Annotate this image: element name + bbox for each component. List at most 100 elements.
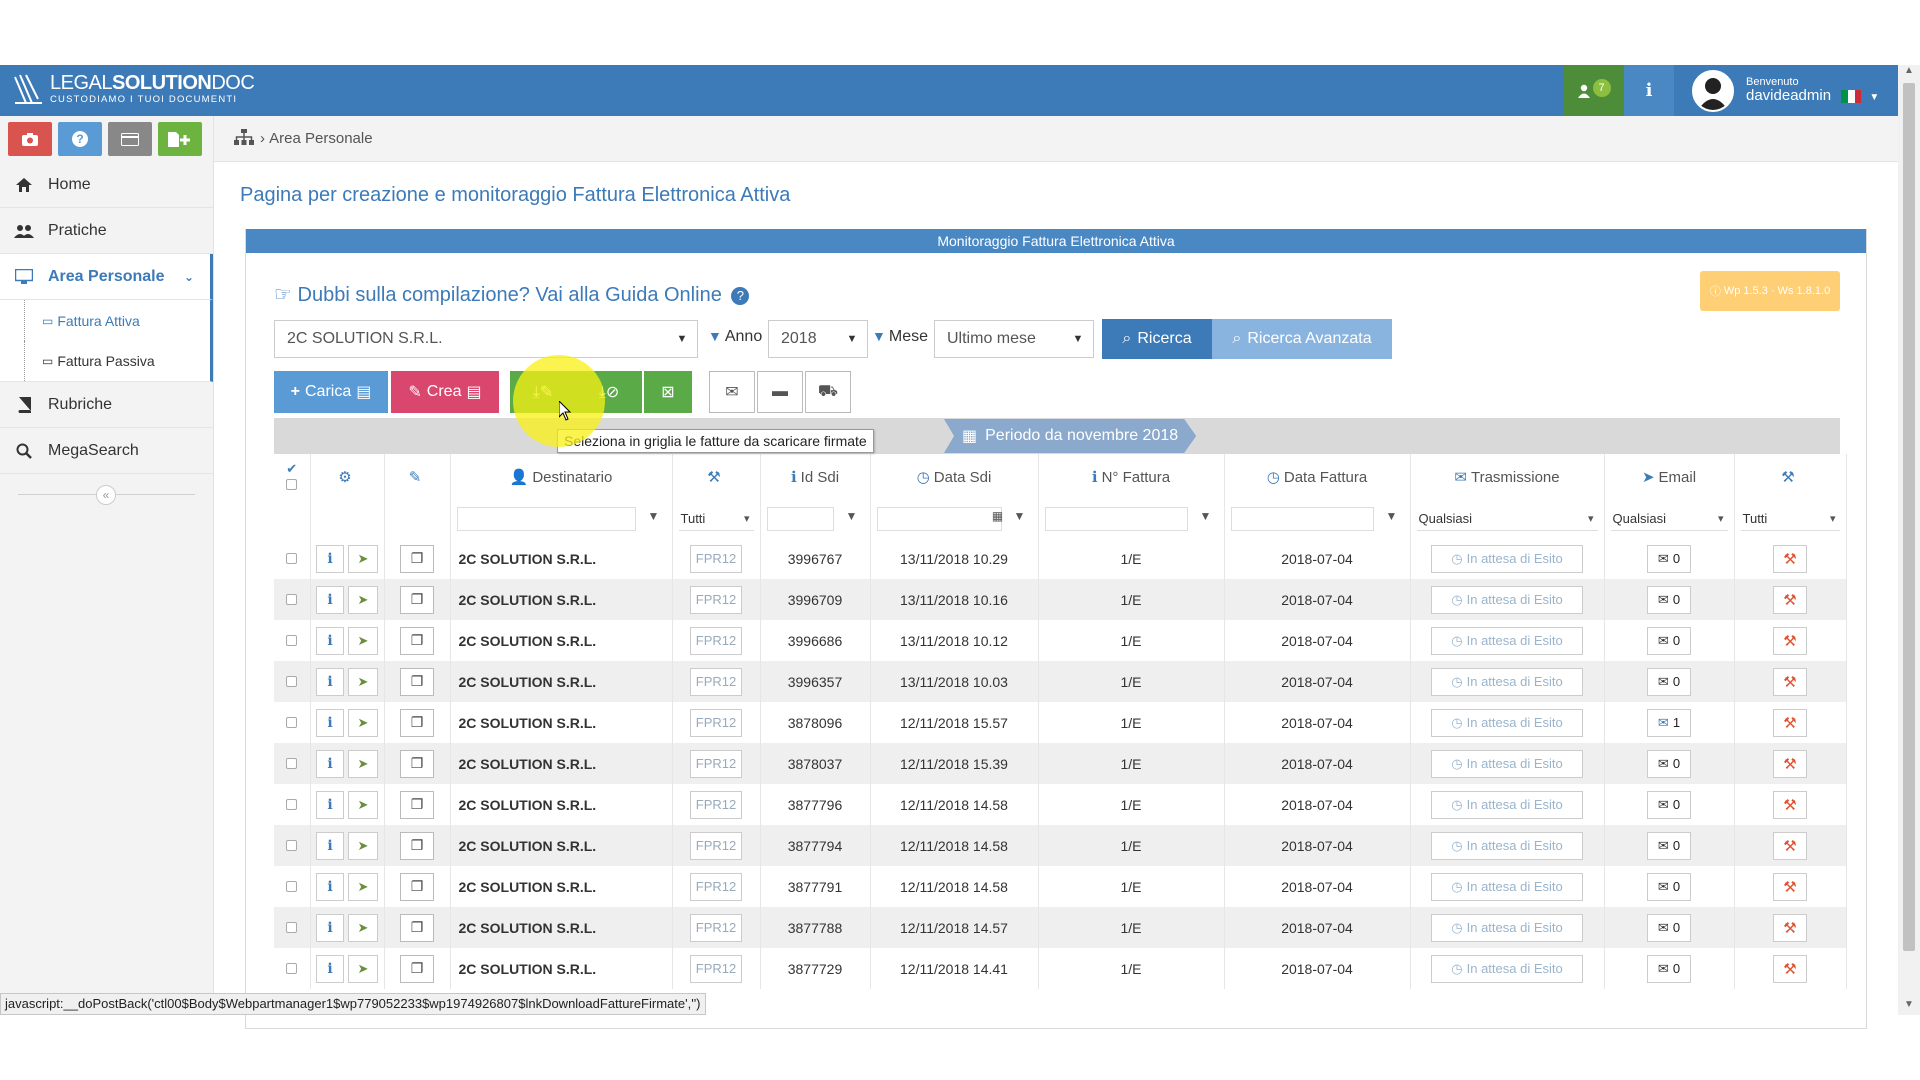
info-button[interactable]: i — [316, 667, 344, 696]
row-email-button[interactable]: ✉ 0 — [1647, 585, 1691, 614]
send-button[interactable]: ➤ — [348, 708, 378, 737]
app-logo[interactable]: LEGALSOLUTIONDOC CUSTODIAMO I TUOI DOCUM… — [12, 73, 255, 107]
data-sdi-filter-input[interactable] — [876, 507, 1002, 531]
copy-button[interactable]: ❐ — [400, 831, 434, 860]
select-all-header[interactable]: ✔ — [274, 454, 311, 500]
send-button[interactable]: ➤ — [348, 872, 378, 901]
copy-button[interactable]: ❐ — [400, 913, 434, 942]
quick-help-button[interactable]: ? — [58, 122, 102, 156]
row-action-button[interactable]: ⚒ — [1773, 626, 1807, 655]
quick-add-document-button[interactable] — [158, 122, 202, 156]
row-checkbox[interactable] — [286, 716, 298, 728]
filter-icon[interactable]: ▼ — [644, 509, 664, 529]
table-row[interactable]: i ➤ ❐ 2C SOLUTION S.R.L. FPR12 3996357 13/11/2… — [274, 661, 1847, 702]
row-status-button[interactable]: ◷ In attesa di Esito — [1431, 872, 1583, 901]
format-filter-select[interactable]: Tutti — [678, 507, 754, 531]
info-button[interactable]: i — [316, 872, 344, 901]
filter-icon[interactable]: ▼ — [1382, 509, 1402, 529]
row-email-button[interactable]: ✉ 0 — [1647, 749, 1691, 778]
copy-button[interactable]: ❐ — [400, 872, 434, 901]
row-action-button[interactable]: ⚒ — [1773, 544, 1807, 573]
row-email-button[interactable]: ✉ 0 — [1647, 872, 1691, 901]
row-format-badge[interactable]: FPR12 — [690, 667, 742, 696]
row-format-badge[interactable]: FPR12 — [690, 544, 742, 573]
row-status-button[interactable]: ◷ In attesa di Esito — [1431, 913, 1583, 942]
row-email-button[interactable]: ✉ 0 — [1647, 913, 1691, 942]
row-status-button[interactable]: ◷ In attesa di Esito — [1431, 585, 1583, 614]
col-destinatario[interactable]: 👤 Destinatario — [450, 454, 673, 500]
sidebar-item-home[interactable]: Home — [0, 162, 213, 208]
table-row[interactable]: i ➤ ❐ 2C SOLUTION S.R.L. FPR12 3877791 12/11/2… — [274, 866, 1847, 907]
row-status-button[interactable]: ◷ In attesa di Esito — [1431, 831, 1583, 860]
table-row[interactable]: i ➤ ❐ 2C SOLUTION S.R.L. FPR12 3877788 12/11/2… — [274, 907, 1847, 948]
info-button[interactable]: i — [1624, 65, 1674, 116]
create-button[interactable]: ✎ Crea ▤ — [391, 371, 499, 413]
row-action-button[interactable]: ⚒ — [1773, 708, 1807, 737]
anno-select[interactable]: 2018 ▼ — [768, 320, 868, 358]
filter-icon[interactable]: ▼ — [842, 509, 862, 529]
copy-button[interactable]: ❐ — [400, 749, 434, 778]
col-trasmissione[interactable]: ✉ Trasmissione — [1410, 454, 1605, 500]
col-id-sdi[interactable]: ℹ Id Sdi — [760, 454, 871, 500]
row-format-badge[interactable]: FPR12 — [690, 831, 742, 860]
action-filter-select[interactable]: Tutti — [1740, 507, 1840, 531]
copy-button[interactable]: ❐ — [400, 585, 434, 614]
send-button[interactable]: ➤ — [348, 626, 378, 655]
row-format-badge[interactable]: FPR12 — [690, 872, 742, 901]
copy-button[interactable]: ❐ — [400, 708, 434, 737]
calendar-icon[interactable]: ▦ — [988, 509, 1008, 529]
row-email-button[interactable]: ✉ 1 — [1647, 708, 1691, 737]
send-button[interactable]: ➤ — [348, 954, 378, 983]
col-data-sdi[interactable]: ◷ Data Sdi — [870, 454, 1039, 500]
info-button[interactable]: i — [316, 585, 344, 614]
info-button[interactable]: i — [316, 749, 344, 778]
table-row[interactable]: i ➤ ❐ 2C SOLUTION S.R.L. FPR12 3877729 12/11/2… — [274, 948, 1847, 989]
company-select[interactable]: 2C SOLUTION S.R.L. ▼ — [274, 320, 698, 358]
copy-button[interactable]: ❐ — [400, 954, 434, 983]
info-button[interactable]: i — [316, 708, 344, 737]
row-checkbox[interactable] — [286, 921, 298, 933]
row-action-button[interactable]: ⚒ — [1773, 667, 1807, 696]
row-format-badge[interactable]: FPR12 — [690, 708, 742, 737]
sidebar-item-area-personale[interactable]: Area Personale ⌄ — [0, 254, 213, 300]
export-excel-button[interactable]: ⊠ — [644, 371, 692, 413]
row-action-button[interactable]: ⚒ — [1773, 749, 1807, 778]
row-status-button[interactable]: ◷ In attesa di Esito — [1431, 626, 1583, 655]
row-checkbox[interactable] — [286, 675, 298, 687]
info-button[interactable]: i — [316, 831, 344, 860]
row-status-button[interactable]: ◷ In attesa di Esito — [1431, 954, 1583, 983]
breadcrumb-current[interactable]: Area Personale — [269, 130, 372, 147]
table-row[interactable]: i ➤ ❐ 2C SOLUTION S.R.L. FPR12 3877796 12/11/2… — [274, 784, 1847, 825]
data-fattura-filter-input[interactable] — [1230, 507, 1374, 531]
row-checkbox[interactable] — [286, 798, 298, 810]
row-email-button[interactable]: ✉ 0 — [1647, 954, 1691, 983]
row-email-button[interactable]: ✉ 0 — [1647, 544, 1691, 573]
select-all-checkbox[interactable] — [286, 479, 298, 490]
row-checkbox[interactable] — [286, 880, 298, 892]
send-button[interactable]: ➤ — [348, 667, 378, 696]
send-button[interactable]: ➤ — [348, 913, 378, 942]
row-status-button[interactable]: ◷ In attesa di Esito — [1431, 708, 1583, 737]
quick-camera-button[interactable] — [8, 122, 52, 156]
row-checkbox[interactable] — [286, 839, 298, 851]
copy-button[interactable]: ❐ — [400, 626, 434, 655]
row-status-button[interactable]: ◷ In attesa di Esito — [1431, 749, 1583, 778]
scroll-down-icon[interactable]: ▼ — [1898, 999, 1920, 1015]
trasmissione-filter-select[interactable]: Qualsiasi — [1416, 507, 1598, 531]
send-button[interactable]: ➤ — [348, 749, 378, 778]
row-status-button[interactable]: ◷ In attesa di Esito — [1431, 790, 1583, 819]
send-button[interactable]: ➤ — [348, 790, 378, 819]
sidebar-item-megasearch[interactable]: MegaSearch — [0, 428, 213, 474]
collapse-sidebar-button[interactable]: « — [96, 485, 116, 505]
page-scrollbar[interactable]: ▲ ▼ — [1898, 65, 1920, 1015]
scroll-up-icon[interactable]: ▲ — [1898, 65, 1920, 81]
sidebar-subitem-fattura-passiva[interactable]: ▭ Fattura Passiva — [0, 341, 213, 382]
row-action-button[interactable]: ⚒ — [1773, 954, 1807, 983]
table-row[interactable]: i ➤ ❐ 2C SOLUTION S.R.L. FPR12 3877794 12/11/2… — [274, 825, 1847, 866]
row-action-button[interactable]: ⚒ — [1773, 790, 1807, 819]
row-checkbox[interactable] — [286, 757, 298, 769]
col-data-fattura[interactable]: ◷ Data Fattura — [1224, 454, 1411, 500]
destinatario-filter-input[interactable] — [456, 507, 636, 531]
filter-icon[interactable]: ▼ — [1010, 509, 1030, 529]
row-format-badge[interactable]: FPR12 — [690, 585, 742, 614]
